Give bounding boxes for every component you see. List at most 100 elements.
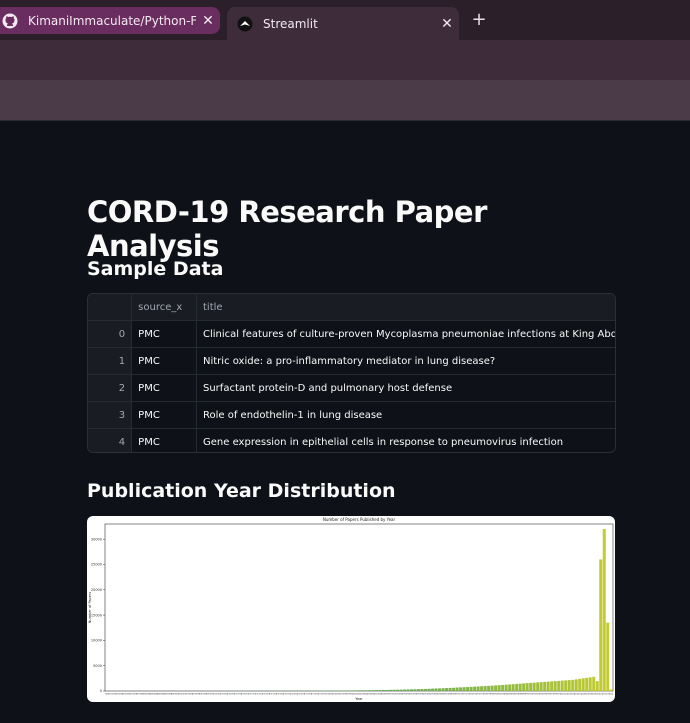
- bar: [483, 686, 487, 691]
- bar: [357, 690, 361, 691]
- bar: [487, 685, 491, 691]
- bar: [361, 690, 364, 691]
- y-tick-label: 10000: [91, 639, 102, 643]
- browser-tab-bar: KimaniImmaculate/Python-Fran ✕ Streamlit…: [0, 0, 690, 40]
- bar: [550, 681, 554, 691]
- cell-source[interactable]: PMC: [131, 320, 197, 348]
- bar: [588, 677, 592, 691]
- tab-streamlit[interactable]: Streamlit ✕: [227, 7, 459, 40]
- bar: [532, 682, 536, 691]
- bar: [448, 687, 452, 691]
- bar: [410, 689, 414, 691]
- bar: [557, 680, 561, 691]
- bar: [396, 689, 400, 691]
- chart-title: Number of Papers Published by Year: [323, 517, 396, 522]
- bar: [539, 682, 543, 691]
- table-row[interactable]: 0 PMC Clinical features of culture-prove…: [88, 320, 615, 348]
- bar: [399, 689, 403, 691]
- bar: [525, 683, 529, 691]
- column-header-index[interactable]: [88, 294, 133, 321]
- bar: [455, 687, 459, 691]
- bar: [382, 689, 386, 691]
- table-row[interactable]: 2 PMC Surfactant protein-D and pulmonary…: [88, 374, 615, 402]
- bar: [592, 676, 596, 691]
- bar: [578, 678, 582, 691]
- bar: [546, 681, 550, 691]
- bar: [354, 690, 357, 691]
- page-title: CORD-19 Research Paper Analysis: [87, 195, 487, 263]
- sample-data-table[interactable]: source_x title publish_ti 0 PMC Clinical…: [87, 293, 616, 453]
- cell-title[interactable]: Clinical features of culture-proven Myco…: [196, 320, 615, 348]
- cell-source[interactable]: PMC: [131, 347, 197, 375]
- bar: [553, 681, 557, 691]
- row-index: 1: [88, 347, 133, 375]
- bar: [441, 688, 445, 691]
- bar: [347, 690, 350, 691]
- table-row[interactable]: 1 PMC Nitric oxide: a pro-inflammatory m…: [88, 347, 615, 375]
- streamlit-icon: [237, 16, 253, 32]
- close-tab-icon[interactable]: ✕: [435, 16, 459, 32]
- column-header-source[interactable]: source_x: [131, 294, 197, 321]
- y-tick-label: 0: [100, 689, 102, 693]
- bar: [438, 688, 442, 691]
- github-icon: [2, 13, 18, 29]
- bar: [606, 622, 610, 691]
- bar: [585, 677, 589, 691]
- y-tick-label: 20000: [91, 588, 102, 592]
- bar: [462, 687, 466, 691]
- bar: [385, 689, 389, 691]
- bar: [406, 689, 410, 691]
- section-heading-sample: Sample Data: [87, 258, 224, 280]
- table-row[interactable]: 4 PMC Gene expression in epithelial cell…: [88, 428, 615, 452]
- cell-title[interactable]: Gene expression in epithelial cells in r…: [196, 428, 615, 452]
- cell-source[interactable]: PMC: [131, 374, 197, 402]
- divider: [0, 120, 690, 121]
- row-index: 3: [88, 401, 133, 429]
- bar: [574, 679, 578, 691]
- bar: [469, 686, 473, 691]
- x-tick-label: 2014: [609, 694, 613, 696]
- bar: [571, 679, 575, 691]
- bar: [543, 681, 547, 691]
- bar: [511, 684, 515, 691]
- new-tab-button[interactable]: +: [468, 10, 490, 32]
- tab-label: Streamlit: [263, 16, 318, 31]
- bar: [602, 529, 606, 691]
- cell-title[interactable]: Nitric oxide: a pro-inflammatory mediato…: [196, 347, 615, 375]
- bar: [371, 690, 375, 691]
- bar: [452, 687, 456, 691]
- bar: [403, 689, 407, 691]
- bar: [476, 686, 480, 691]
- cell-source[interactable]: PMC: [131, 401, 197, 429]
- bar: [424, 688, 428, 691]
- bar: [427, 688, 431, 691]
- bar: [567, 680, 571, 691]
- bar: [490, 685, 494, 691]
- bar: [350, 690, 354, 691]
- close-tab-icon[interactable]: ✕: [196, 13, 220, 29]
- bar: [343, 690, 347, 691]
- bar: [466, 687, 470, 691]
- browser-bookmarks-bar: [0, 80, 690, 120]
- bar: [364, 690, 368, 691]
- bar: [599, 559, 603, 691]
- bar: [609, 689, 613, 691]
- plot-frame: [104, 523, 614, 692]
- cell-source[interactable]: PMC: [131, 428, 197, 452]
- y-axis-label: Number of Papers: [88, 592, 92, 624]
- tab-github-repo[interactable]: KimaniImmaculate/Python-Fran ✕: [0, 7, 220, 34]
- row-index: 4: [88, 428, 133, 452]
- table-row[interactable]: 3 PMC Role of endothelin-1 in lung disea…: [88, 401, 615, 429]
- bar: [560, 680, 564, 691]
- bar: [431, 688, 435, 691]
- y-tick-label: 5000: [93, 664, 102, 668]
- cell-title[interactable]: Role of endothelin-1 in lung disease: [196, 401, 615, 429]
- y-tick-label: 30000: [91, 537, 102, 541]
- column-header-title[interactable]: title: [196, 294, 615, 321]
- cell-title[interactable]: Surfactant protein-D and pulmonary host …: [196, 374, 615, 402]
- bar: [536, 682, 540, 691]
- bar: [473, 686, 477, 691]
- bar: [494, 685, 498, 691]
- bar: [368, 690, 371, 691]
- bar: [420, 689, 424, 691]
